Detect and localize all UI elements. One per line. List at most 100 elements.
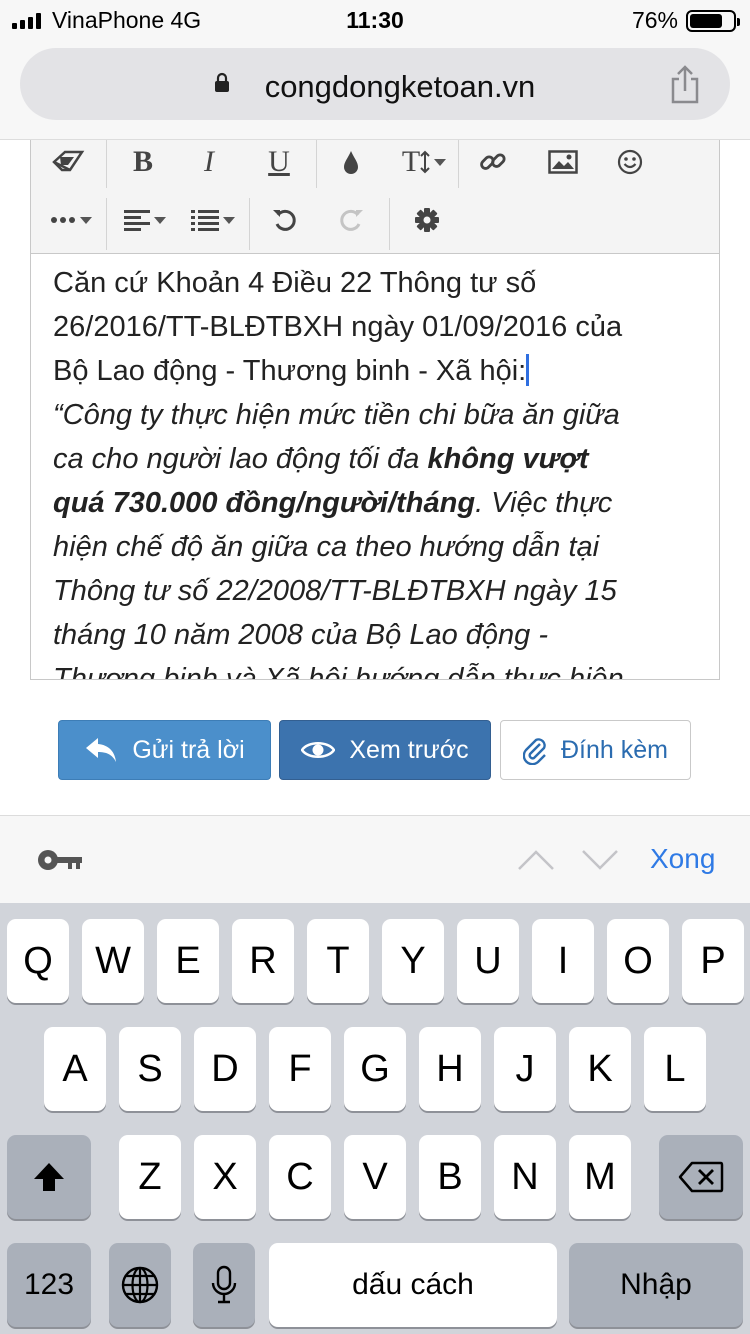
bold-text: quá 730.000 đồng/người/tháng	[53, 487, 476, 519]
text-line: hiện chế độ ăn giữa ca theo hướng dẫn tạ…	[53, 531, 600, 563]
key-z[interactable]: Z	[119, 1135, 181, 1219]
reply-arrow-icon	[86, 738, 117, 762]
key-w[interactable]: W	[82, 919, 144, 1003]
key-icon[interactable]	[36, 846, 84, 874]
browser-address-area: congdongketoan.vn	[0, 40, 750, 140]
key-c[interactable]: C	[269, 1135, 331, 1219]
font-size-button[interactable]: T	[389, 140, 459, 184]
eraser-icon[interactable]	[39, 140, 99, 184]
key-m[interactable]: M	[569, 1135, 631, 1219]
key-f[interactable]: F	[269, 1027, 331, 1111]
bold-button[interactable]: B	[113, 140, 173, 184]
key-n[interactable]: N	[494, 1135, 556, 1219]
font-size-arrows-icon	[420, 150, 430, 174]
status-bar: VinaPhone 4G 11:30 76%	[0, 0, 750, 40]
key-a[interactable]: A	[44, 1027, 106, 1111]
text-color-drop-icon[interactable]	[321, 140, 381, 184]
smiley-icon[interactable]	[600, 140, 660, 184]
text-line: tháng 10 năm 2008 của Bộ Lao động -	[53, 619, 548, 651]
gear-icon[interactable]	[397, 198, 457, 242]
key-y[interactable]: Y	[382, 919, 444, 1003]
share-icon[interactable]	[668, 64, 702, 104]
text-line: Thương binh và Xã hội hướng dẫn thực hiệ…	[53, 663, 624, 679]
key-t[interactable]: T	[307, 919, 369, 1003]
chevron-down-icon	[434, 158, 447, 166]
shift-arrow-icon	[34, 1163, 64, 1191]
battery-icon	[686, 10, 740, 32]
keyboard-accessory-bar: Xong	[0, 815, 750, 903]
key-p[interactable]: P	[682, 919, 744, 1003]
key-i[interactable]: I	[532, 919, 594, 1003]
text-line: Bộ Lao động - Thương binh - Xã hội:	[53, 355, 527, 387]
return-key[interactable]: Nhập	[569, 1243, 743, 1327]
space-key[interactable]: dấu cách	[269, 1243, 557, 1327]
address-bar[interactable]: congdongketoan.vn	[20, 48, 730, 120]
paragraph-quote: “Công ty thực hiện mức tiền chi bữa ăn g…	[53, 393, 703, 679]
on-screen-keyboard: Q W E R T Y U I O P A S D F G H J K L Z …	[0, 903, 750, 1334]
text-line: Thông tư số 22/2008/TT-BLĐTBXH ngày 15	[53, 575, 617, 607]
editor-content[interactable]: Căn cứ Khoản 4 Điều 22 Thông tư số 26/20…	[53, 261, 703, 679]
url-text: congdongketoan.vn	[264, 69, 536, 104]
align-left-icon[interactable]	[115, 198, 175, 242]
chevron-up-icon[interactable]	[516, 848, 556, 872]
done-button[interactable]: Xong	[650, 843, 715, 875]
bold-text: không vượt	[427, 443, 589, 475]
toolbar-divider	[389, 198, 390, 250]
undo-icon[interactable]	[255, 198, 315, 242]
key-d[interactable]: D	[194, 1027, 256, 1111]
italic-button[interactable]: I	[179, 140, 239, 184]
preview-button[interactable]: Xem trước	[279, 720, 491, 780]
key-s[interactable]: S	[119, 1027, 181, 1111]
redo-icon[interactable]	[321, 198, 381, 242]
globe-icon	[121, 1266, 159, 1304]
text-line: . Việc thực	[475, 487, 613, 519]
key-h[interactable]: H	[419, 1027, 481, 1111]
attach-button-label: Đính kèm	[561, 735, 668, 764]
rich-text-editor: B I U T Căn cứ Khoản 4 Điều 22 Thông tư …	[30, 140, 720, 680]
link-icon[interactable]	[463, 140, 523, 184]
globe-key[interactable]	[109, 1243, 171, 1327]
microphone-icon	[211, 1265, 237, 1304]
key-r[interactable]: R	[232, 919, 294, 1003]
chevron-down-icon	[223, 216, 235, 224]
toolbar-divider	[106, 140, 107, 188]
image-icon[interactable]	[533, 140, 593, 184]
key-v[interactable]: V	[344, 1135, 406, 1219]
key-e[interactable]: E	[157, 919, 219, 1003]
text-line: 26/2016/TT-BLĐTBXH ngày 01/09/2016 của	[53, 311, 623, 343]
reply-button-label: Gửi trả lời	[132, 735, 245, 764]
key-j[interactable]: J	[494, 1027, 556, 1111]
paperclip-icon	[523, 738, 546, 765]
text-line: “Công ty thực hiện mức tiền chi bữa ăn g…	[53, 399, 620, 431]
list-icon[interactable]	[183, 198, 243, 242]
text-cursor	[526, 354, 530, 386]
microphone-key[interactable]	[193, 1243, 255, 1327]
battery-percent: 76%	[631, 7, 678, 33]
key-q[interactable]: Q	[7, 919, 69, 1003]
chevron-down-icon[interactable]	[580, 848, 620, 872]
key-b[interactable]: B	[419, 1135, 481, 1219]
chevron-down-icon	[80, 216, 92, 224]
preview-button-label: Xem trước	[349, 735, 469, 764]
text-line: Căn cứ Khoản 4 Điều 22 Thông tư số	[53, 267, 537, 299]
font-size-label: T	[401, 145, 421, 178]
eye-icon	[301, 742, 336, 758]
key-g[interactable]: G	[344, 1027, 406, 1111]
backspace-icon	[678, 1161, 724, 1193]
backspace-key[interactable]	[659, 1135, 743, 1219]
toolbar-divider	[106, 198, 107, 250]
shift-key[interactable]	[7, 1135, 91, 1219]
text-line: ca cho người lao động tối đa	[53, 443, 428, 475]
numbers-key[interactable]: 123	[7, 1243, 91, 1327]
toolbar-divider	[458, 140, 459, 188]
more-options-icon[interactable]	[41, 198, 101, 242]
key-u[interactable]: U	[457, 919, 519, 1003]
attach-button[interactable]: Đính kèm	[500, 720, 691, 780]
key-o[interactable]: O	[607, 919, 669, 1003]
editor-toolbar: B I U T	[31, 140, 719, 254]
key-x[interactable]: X	[194, 1135, 256, 1219]
key-k[interactable]: K	[569, 1027, 631, 1111]
reply-button[interactable]: Gửi trả lời	[58, 720, 271, 780]
key-l[interactable]: L	[644, 1027, 706, 1111]
underline-button[interactable]: U	[249, 140, 309, 184]
